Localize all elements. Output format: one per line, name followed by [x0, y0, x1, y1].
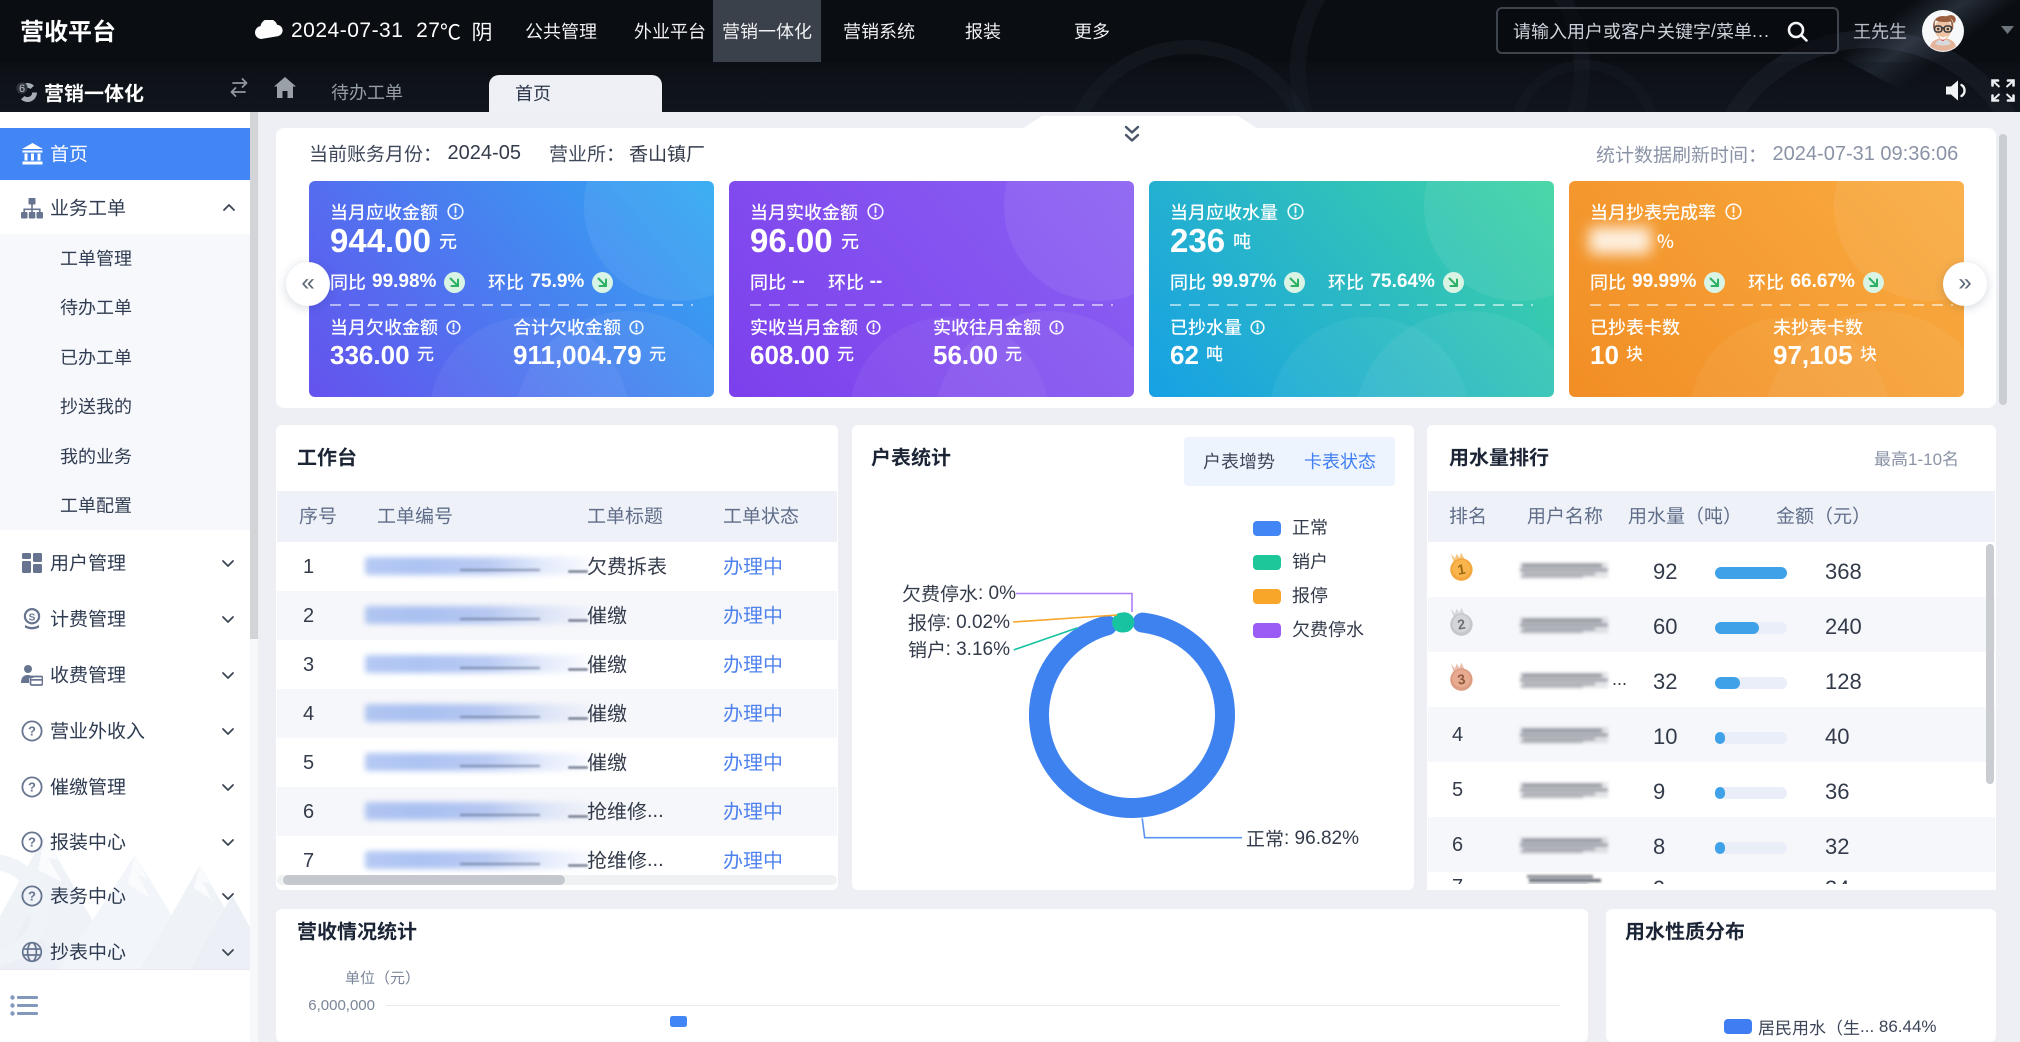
- svg-text:?: ?: [28, 888, 36, 903]
- svg-text:6: 6: [19, 83, 25, 95]
- svg-text:?: ?: [28, 723, 36, 738]
- svg-text:?: ?: [28, 779, 36, 794]
- svg-text:?: ?: [28, 834, 36, 849]
- svg-text:S: S: [29, 613, 36, 624]
